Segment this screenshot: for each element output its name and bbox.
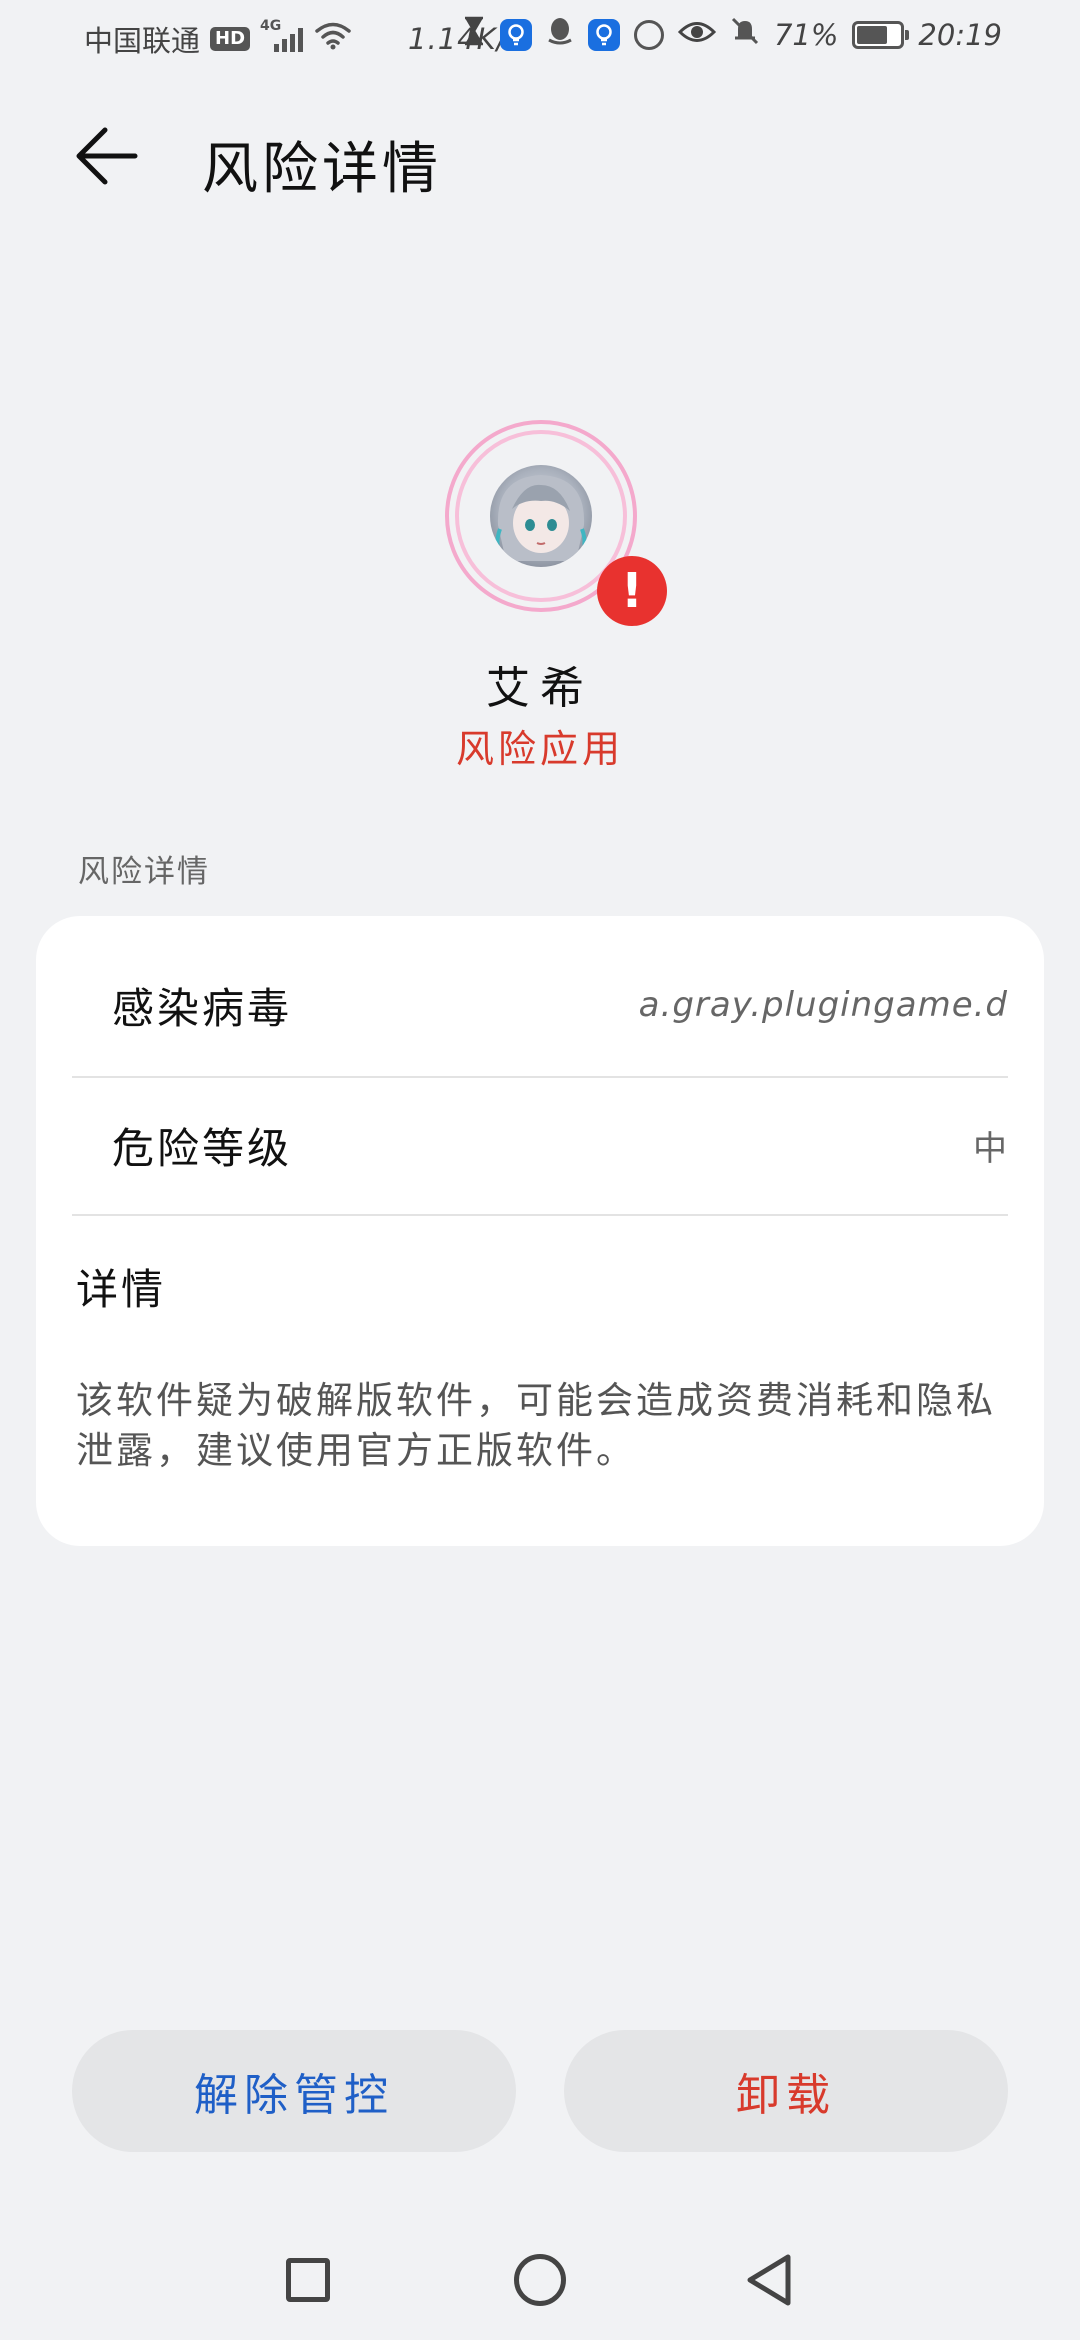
danger-level-row: 危险等级 中 (72, 1076, 1008, 1214)
risk-details-card: 感染病毒 a.gray.plugingame.d 危险等级 中 详情 该软件疑为… (36, 916, 1044, 1546)
recent-apps-square-icon[interactable] (286, 2258, 330, 2302)
clock: 20:19 (918, 17, 1002, 52)
divider (72, 1214, 1008, 1216)
arrow-left-icon (76, 127, 138, 185)
signal-icon: 4G (260, 18, 304, 54)
app-name: 艾希 (486, 663, 594, 714)
hd-badge: HD (210, 27, 251, 51)
virus-label: 感染病毒 (112, 983, 293, 1033)
wifi-icon (314, 21, 352, 58)
home-circle-icon[interactable] (514, 2254, 566, 2306)
danger-level-label: 危险等级 (112, 1123, 293, 1173)
power-saver-icon (633, 19, 664, 50)
app-avatar (490, 465, 592, 567)
detail-description: 该软件疑为破解版软件，可能会造成资费消耗和隐私泄露，建议使用官方正版软件。 (76, 1379, 996, 1472)
header: 风险详情 (0, 100, 1080, 212)
release-control-button[interactable]: 解除管控 (72, 2030, 516, 2152)
back-triangle-icon[interactable] (744, 2252, 794, 2308)
uninstall-button[interactable]: 卸载 (564, 2030, 1008, 2152)
bulb-icon (499, 18, 532, 51)
section-label: 风险详情 (78, 854, 210, 890)
page-title: 风险详情 (202, 137, 442, 202)
navigation-bar (0, 2226, 1080, 2336)
virus-row: 感染病毒 a.gray.plugingame.d (72, 936, 1008, 1074)
hourglass-icon (462, 16, 486, 53)
detail-title: 详情 (76, 1265, 167, 1314)
status-left: 中国联通 HD 4G 1.14K/s (84, 18, 524, 60)
eye-icon (677, 18, 717, 52)
warning-badge-icon: ! (597, 556, 667, 626)
back-button[interactable] (62, 118, 152, 194)
battery-percent: 71% (773, 17, 839, 52)
virus-value: a.gray.plugingame.d (638, 985, 1008, 1025)
danger-level-value: 中 (973, 1128, 1008, 1169)
qq-icon (546, 16, 574, 53)
risk-label: 风险应用 (455, 727, 624, 771)
carrier-text: 中国联通 (84, 24, 201, 58)
status-right: 71% 20:19 (462, 16, 1002, 53)
bell-muted-icon (730, 16, 760, 53)
bulb-icon-2 (587, 18, 620, 51)
battery-icon (852, 20, 910, 49)
status-bar: 中国联通 HD 4G 1.14K/s 71% 20:19 (0, 0, 1080, 72)
